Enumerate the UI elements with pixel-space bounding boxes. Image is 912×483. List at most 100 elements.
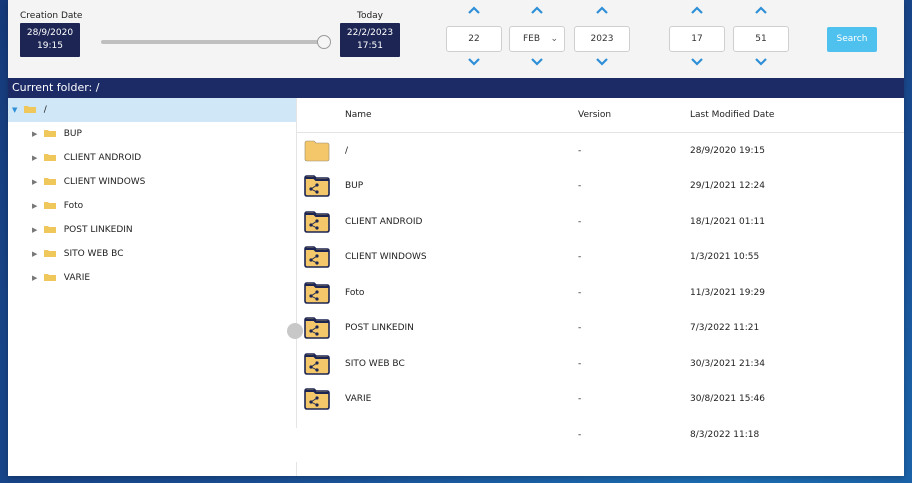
row-version: -	[578, 358, 582, 369]
row-version: -	[578, 252, 582, 263]
row-date: 8/3/2022 11:18	[690, 429, 760, 440]
shared-folder-icon	[304, 275, 332, 311]
day-down-chevron-icon[interactable]	[446, 58, 502, 72]
hour-up-chevron-icon[interactable]	[669, 6, 725, 20]
tree-item-label: BUP	[63, 129, 82, 139]
day-up-chevron-icon[interactable]	[446, 6, 502, 20]
year-field[interactable]: 2023	[574, 26, 630, 52]
shared-folder-icon	[304, 169, 332, 205]
month-up-chevron-icon[interactable]	[509, 6, 565, 20]
year-spinner: 2023	[574, 6, 630, 72]
creation-date-block: Creation Date 28/9/2020 19:15	[20, 10, 82, 57]
row-date: 28/9/2020 19:15	[690, 145, 765, 156]
tree-item-varie[interactable]: ▶ VARIE	[8, 266, 296, 290]
minute-field[interactable]: 51	[733, 26, 789, 52]
tree-item-foto[interactable]: ▶ Foto	[8, 194, 296, 218]
collapse-triangle-icon[interactable]: ▶	[32, 218, 41, 242]
table-row[interactable]: - 8/3/2022 11:18	[297, 417, 904, 453]
row-name: POST LINKEDIN	[345, 323, 414, 334]
collapse-triangle-icon[interactable]: ▶	[32, 266, 41, 290]
column-header-version[interactable]: Version	[578, 98, 611, 132]
row-name: /	[345, 145, 349, 156]
column-header-name[interactable]: Name	[345, 98, 372, 132]
table-row[interactable]: CLIENT ANDROID - 18/1/2021 01:11	[297, 204, 904, 240]
table-row[interactable]: POST LINKEDIN - 7/3/2022 11:21	[297, 311, 904, 347]
row-name: BUP	[345, 181, 364, 192]
collapse-triangle-icon[interactable]: ▶	[32, 146, 41, 170]
minute-up-chevron-icon[interactable]	[733, 6, 789, 20]
folder-tree: ▼ / ▶ BUP ▶ CLIENT ANDROID ▶ CLIENT WIND…	[8, 98, 296, 476]
row-name: VARIE	[345, 394, 372, 405]
table-row[interactable]: CLIENT WINDOWS - 1/3/2021 10:55	[297, 240, 904, 276]
month-select[interactable]: FEB ⌄	[509, 26, 565, 52]
hour-field[interactable]: 17	[669, 26, 725, 52]
search-button[interactable]: Search	[827, 27, 877, 52]
collapse-triangle-icon[interactable]: ▶	[32, 194, 41, 218]
folder-icon	[43, 177, 56, 185]
creation-date-box[interactable]: 28/9/2020 19:15	[20, 23, 80, 57]
collapse-triangle-icon[interactable]: ▶	[32, 122, 41, 146]
day-field[interactable]: 22	[446, 26, 502, 52]
tree-item-root[interactable]: ▼ /	[8, 98, 296, 122]
table-row[interactable]: / - 28/9/2020 19:15	[297, 133, 904, 169]
current-folder-bar: Current folder: /	[8, 78, 904, 98]
shared-folder-icon	[304, 382, 332, 418]
minute-down-chevron-icon[interactable]	[733, 58, 789, 72]
resize-handle[interactable]	[287, 323, 303, 339]
row-date: 1/3/2021 10:55	[690, 252, 760, 263]
table-header: Name Version Last Modified Date	[297, 98, 904, 133]
pane-divider-lower	[296, 462, 297, 476]
tree-item-client-android[interactable]: ▶ CLIENT ANDROID	[8, 146, 296, 170]
tree-item-client-windows[interactable]: ▶ CLIENT WINDOWS	[8, 170, 296, 194]
row-date: 30/8/2021 15:46	[690, 394, 765, 405]
tree-item-bup[interactable]: ▶ BUP	[8, 122, 296, 146]
row-date: 18/1/2021 01:11	[690, 216, 765, 227]
row-version: -	[578, 145, 582, 156]
row-date: 7/3/2022 11:21	[690, 323, 760, 334]
date-slider-handle[interactable]	[317, 35, 331, 49]
hour-down-chevron-icon[interactable]	[669, 58, 725, 72]
table-row[interactable]: Foto - 11/3/2021 19:29	[297, 275, 904, 311]
folder-icon	[23, 105, 36, 113]
tree-item-label: VARIE	[63, 273, 91, 283]
shared-folder-icon	[304, 311, 332, 347]
folder-icon	[43, 225, 56, 233]
file-browser-panel: Creation Date 28/9/2020 19:15 Today 22/2…	[8, 0, 904, 476]
today-date-block: Today 22/2/2023 17:51	[340, 10, 400, 57]
table-row[interactable]: BUP - 29/1/2021 12:24	[297, 169, 904, 205]
row-date: 30/3/2021 21:34	[690, 358, 765, 369]
tree-item-post-linkedin[interactable]: ▶ POST LINKEDIN	[8, 218, 296, 242]
row-name: SITO WEB BC	[345, 358, 405, 369]
shared-folder-icon	[304, 204, 332, 240]
folder-icon	[304, 133, 332, 169]
tree-item-sito-web-bc[interactable]: ▶ SITO WEB BC	[8, 242, 296, 266]
creation-date-caption: Creation Date	[20, 11, 83, 21]
folder-icon	[43, 129, 56, 137]
minute-spinner: 51	[733, 6, 789, 72]
table-row[interactable]: VARIE - 30/8/2021 15:46	[297, 382, 904, 418]
month-down-chevron-icon[interactable]	[509, 58, 565, 72]
column-header-last-modified[interactable]: Last Modified Date	[690, 98, 774, 132]
row-name: CLIENT ANDROID	[345, 216, 423, 227]
expand-triangle-icon[interactable]: ▼	[12, 98, 21, 122]
tree-item-label: CLIENT ANDROID	[63, 153, 142, 163]
row-version: -	[578, 394, 582, 405]
year-down-chevron-icon[interactable]	[574, 58, 630, 72]
tree-item-label: CLIENT WINDOWS	[63, 177, 146, 187]
year-up-chevron-icon[interactable]	[574, 6, 630, 20]
collapse-triangle-icon[interactable]: ▶	[32, 170, 41, 194]
row-version: -	[578, 323, 582, 334]
today-date-value: 22/2/2023	[346, 28, 394, 38]
tree-item-label: SITO WEB BC	[63, 249, 124, 259]
row-version: -	[578, 181, 582, 192]
row-name: CLIENT WINDOWS	[345, 252, 427, 263]
today-date-box[interactable]: 22/2/2023 17:51	[340, 23, 400, 57]
table-row[interactable]: SITO WEB BC - 30/3/2021 21:34	[297, 346, 904, 382]
folder-icon	[43, 153, 56, 161]
today-time-value: 17:51	[357, 41, 383, 51]
row-name: Foto	[345, 287, 365, 298]
collapse-triangle-icon[interactable]: ▶	[32, 242, 41, 266]
date-range-slider[interactable]	[101, 40, 323, 44]
chevron-down-icon: ⌄	[550, 34, 558, 44]
folder-icon	[43, 273, 56, 281]
